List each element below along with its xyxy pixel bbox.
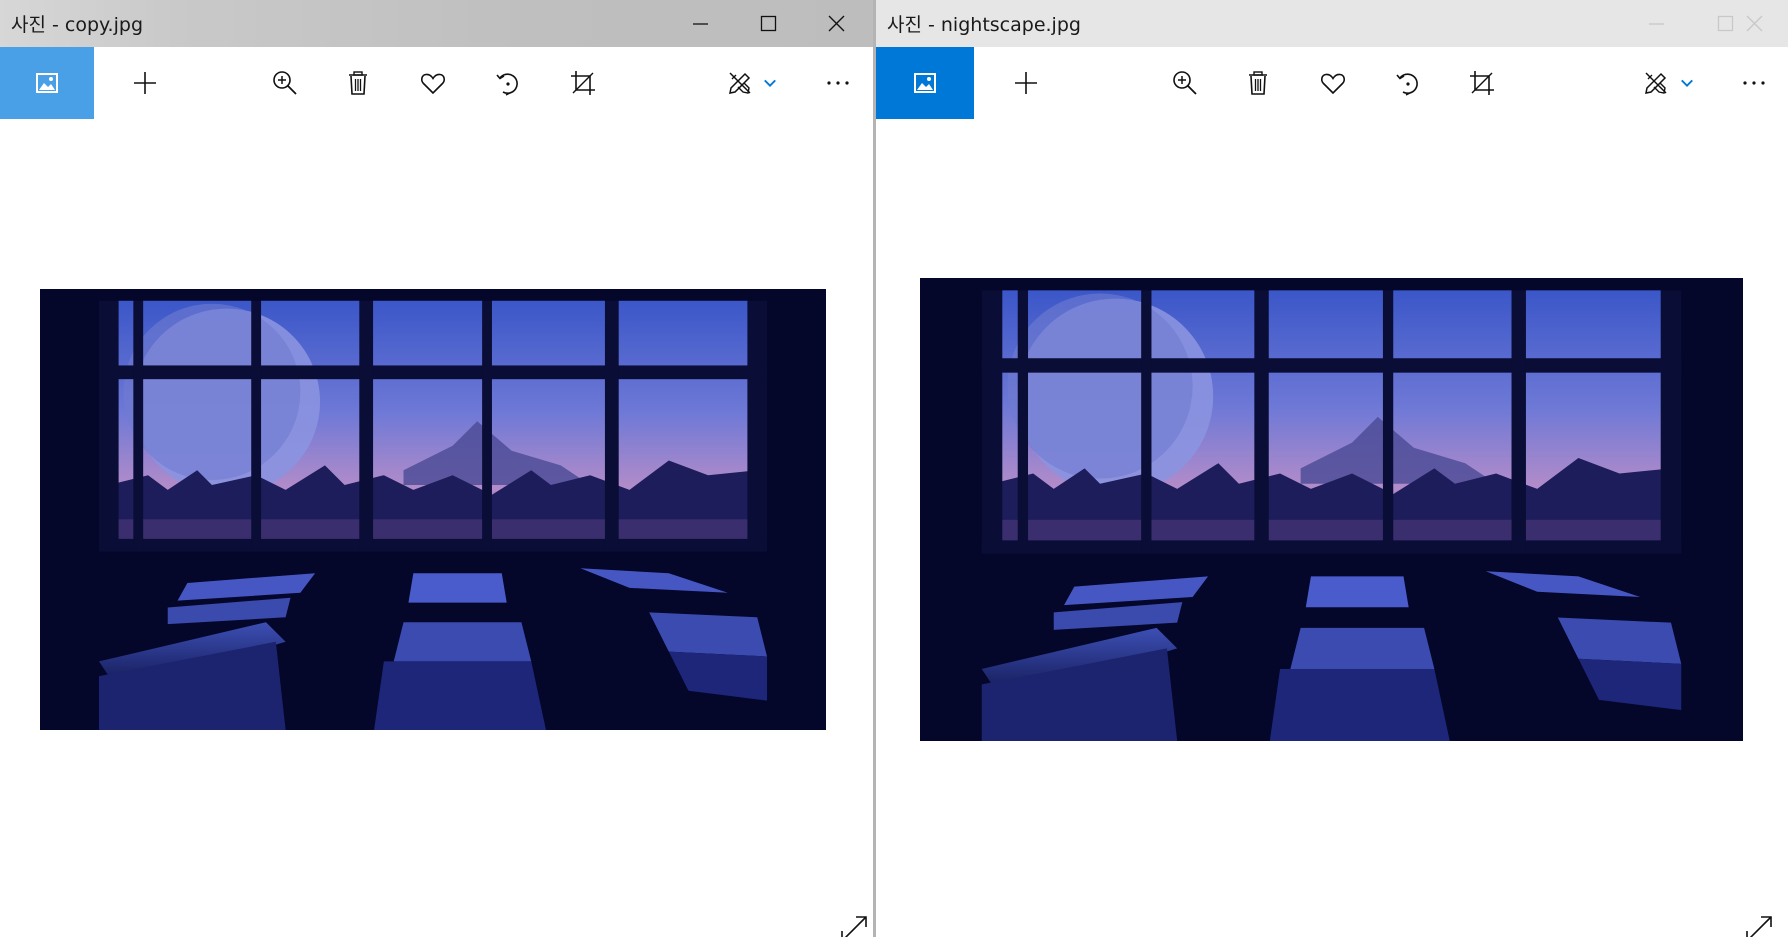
night-classroom-illustration xyxy=(920,278,1743,741)
add-icon xyxy=(134,72,156,94)
rotate-button[interactable] xyxy=(480,47,536,119)
close-icon xyxy=(1746,15,1762,32)
more-icon xyxy=(827,81,849,85)
window-title: 사진 - copy.jpg xyxy=(11,14,144,36)
maximize-button[interactable] xyxy=(734,0,802,47)
add-button[interactable] xyxy=(117,47,173,119)
close-button[interactable] xyxy=(802,0,870,47)
photo-viewer[interactable] xyxy=(0,119,873,937)
edit-dropdown-button[interactable] xyxy=(1672,47,1702,119)
expand-icon xyxy=(1746,916,1772,937)
crop-button[interactable] xyxy=(1454,47,1510,119)
favorite-icon xyxy=(420,73,446,95)
gallery-icon xyxy=(36,73,58,93)
add-icon xyxy=(1015,72,1037,94)
crop-button[interactable] xyxy=(555,47,611,119)
chevron-down-icon xyxy=(1681,79,1693,87)
delete-button[interactable] xyxy=(1230,47,1286,119)
favorite-icon xyxy=(1320,73,1346,95)
expand-icon xyxy=(841,916,867,937)
edit-dropdown-button[interactable] xyxy=(755,47,785,119)
close-icon xyxy=(828,15,844,32)
delete-icon xyxy=(1249,71,1267,95)
photo-image[interactable] xyxy=(40,289,826,730)
minimize-icon xyxy=(692,23,708,25)
expand-button[interactable] xyxy=(1741,911,1777,937)
gallery-button[interactable] xyxy=(876,47,974,119)
minimize-button[interactable] xyxy=(666,0,734,47)
chevron-down-icon xyxy=(764,79,776,87)
favorite-button[interactable] xyxy=(1305,47,1361,119)
zoom-in-button[interactable] xyxy=(257,47,313,119)
window-title: 사진 - nightscape.jpg xyxy=(887,14,1081,36)
expand-button[interactable] xyxy=(836,911,872,937)
crop-icon xyxy=(1470,71,1494,95)
zoom-in-icon xyxy=(273,71,297,95)
zoom-in-icon xyxy=(1173,71,1197,95)
toolbar xyxy=(876,47,1788,119)
delete-icon xyxy=(349,71,367,95)
photos-window-copy: 사진 - copy.jpg xyxy=(0,0,873,937)
more-button[interactable] xyxy=(1726,47,1782,119)
rotate-icon xyxy=(1396,73,1418,96)
title-bar[interactable]: 사진 - copy.jpg xyxy=(0,0,873,47)
minimize-icon xyxy=(1648,23,1664,25)
delete-button[interactable] xyxy=(330,47,386,119)
rotate-button[interactable] xyxy=(1380,47,1436,119)
toolbar xyxy=(0,47,873,119)
add-button[interactable] xyxy=(998,47,1054,119)
photo-viewer[interactable] xyxy=(876,119,1788,937)
gallery-icon xyxy=(914,73,936,93)
photo-image[interactable] xyxy=(920,278,1743,741)
rotate-icon xyxy=(496,73,518,96)
edit-draw-icon xyxy=(729,72,751,94)
edit-draw-icon xyxy=(1645,72,1667,94)
gallery-button[interactable] xyxy=(0,47,94,119)
photos-window-nightscape: 사진 - nightscape.jpg xyxy=(876,0,1788,937)
night-classroom-illustration xyxy=(40,289,826,730)
favorite-button[interactable] xyxy=(405,47,461,119)
zoom-in-button[interactable] xyxy=(1157,47,1213,119)
more-button[interactable] xyxy=(810,47,866,119)
close-button[interactable] xyxy=(1720,0,1788,47)
more-icon xyxy=(1743,81,1765,85)
title-bar[interactable]: 사진 - nightscape.jpg xyxy=(876,0,1788,47)
maximize-icon xyxy=(760,15,776,32)
minimize-button[interactable] xyxy=(1622,0,1690,47)
crop-icon xyxy=(571,71,595,95)
